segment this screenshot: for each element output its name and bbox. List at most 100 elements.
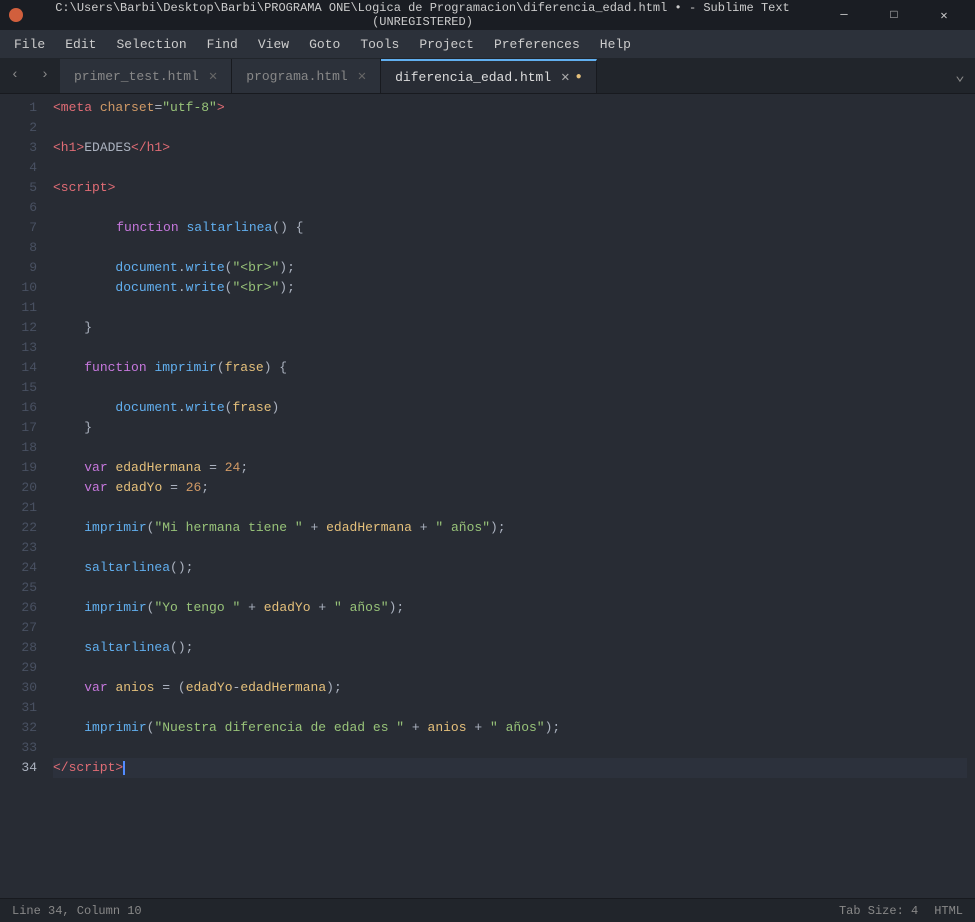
menu-goto[interactable]: Goto <box>299 33 350 56</box>
code-line-6 <box>53 198 967 218</box>
menu-edit[interactable]: Edit <box>55 33 106 56</box>
code-line-10: document.write("<br>"); <box>53 278 967 298</box>
close-button[interactable]: ✕ <box>921 0 967 30</box>
tab-diferencia-edad[interactable]: diferencia_edad.html ✕ <box>381 59 596 93</box>
code-line-24: saltarlinea(); <box>53 558 967 578</box>
line-num-7: 7 <box>0 218 37 238</box>
code-line-21 <box>53 498 967 518</box>
code-line-15 <box>53 378 967 398</box>
code-line-33 <box>53 738 967 758</box>
tab-overflow[interactable]: ⌄ <box>945 57 975 93</box>
line-num-6: 6 <box>0 198 37 218</box>
menu-find[interactable]: Find <box>197 33 248 56</box>
code-line-20: var edadYo = 26; <box>53 478 967 498</box>
menu-selection[interactable]: Selection <box>106 33 196 56</box>
line-num-13: 13 <box>0 338 37 358</box>
code-line-18 <box>53 438 967 458</box>
line-num-31: 31 <box>0 698 37 718</box>
line-num-10: 10 <box>0 278 37 298</box>
code-line-22: imprimir("Mi hermana tiene " + edadHerma… <box>53 518 967 538</box>
code-line-30: var anios = (edadYo-edadHermana); <box>53 678 967 698</box>
line-num-20: 20 <box>0 478 37 498</box>
code-line-23 <box>53 538 967 558</box>
code-line-2 <box>53 118 967 138</box>
code-line-3: <h1>EDADES</h1> <box>53 138 967 158</box>
code-line-7: function saltarlinea() { <box>53 218 967 238</box>
code-line-5: <script> <box>53 178 967 198</box>
tab-label: programa.html <box>246 69 347 84</box>
tab-nav-right[interactable]: › <box>30 57 60 93</box>
line-num-26: 26 <box>0 598 37 618</box>
tab-nav-left[interactable]: ‹ <box>0 57 30 93</box>
code-line-13 <box>53 338 967 358</box>
line-num-24: 24 <box>0 558 37 578</box>
code-line-34: </script> <box>53 758 967 778</box>
status-right: Tab Size: 4 HTML <box>839 904 963 918</box>
tab-label: primer_test.html <box>74 69 199 84</box>
line-num-22: 22 <box>0 518 37 538</box>
text-cursor <box>123 761 125 775</box>
code-line-4 <box>53 158 967 178</box>
menu-preferences[interactable]: Preferences <box>484 33 590 56</box>
syntax-label[interactable]: HTML <box>934 904 963 918</box>
code-area[interactable]: <meta charset="utf-8"> <h1>EDADES</h1> <… <box>45 94 975 898</box>
status-left: Line 34, Column 10 <box>12 904 142 918</box>
code-line-14: function imprimir(frase) { <box>53 358 967 378</box>
line-num-19: 19 <box>0 458 37 478</box>
menu-tools[interactable]: Tools <box>350 33 409 56</box>
tab-label: diferencia_edad.html <box>395 70 551 85</box>
tab-primer-test[interactable]: primer_test.html ✕ <box>60 59 232 93</box>
line-num-28: 28 <box>0 638 37 658</box>
line-num-4: 4 <box>0 158 37 178</box>
line-num-21: 21 <box>0 498 37 518</box>
line-num-12: 12 <box>0 318 37 338</box>
line-num-2: 2 <box>0 118 37 138</box>
title-bar: C:\Users\Barbi\Desktop\Barbi\PROGRAMA ON… <box>0 0 975 30</box>
line-num-1: 1 <box>0 98 37 118</box>
line-num-30: 30 <box>0 678 37 698</box>
status-bar: Line 34, Column 10 Tab Size: 4 HTML <box>0 898 975 922</box>
minimize-button[interactable]: ─ <box>821 0 867 30</box>
line-num-16: 16 <box>0 398 37 418</box>
title-bar-controls: ─ □ ✕ <box>821 0 967 30</box>
code-line-31 <box>53 698 967 718</box>
code-line-19: var edadHermana = 24; <box>53 458 967 478</box>
cursor-position: Line 34, Column 10 <box>12 904 142 918</box>
line-num-29: 29 <box>0 658 37 678</box>
maximize-button[interactable]: □ <box>871 0 917 30</box>
line-num-18: 18 <box>0 438 37 458</box>
code-line-1: <meta charset="utf-8"> <box>53 98 967 118</box>
menu-project[interactable]: Project <box>409 33 484 56</box>
menu-bar: File Edit Selection Find View Goto Tools… <box>0 30 975 58</box>
code-line-27 <box>53 618 967 638</box>
code-line-25 <box>53 578 967 598</box>
line-num-15: 15 <box>0 378 37 398</box>
line-num-9: 9 <box>0 258 37 278</box>
line-num-3: 3 <box>0 138 37 158</box>
code-line-32: imprimir("Nuestra diferencia de edad es … <box>53 718 967 738</box>
code-line-26: imprimir("Yo tengo " + edadYo + " años")… <box>53 598 967 618</box>
tab-close-icon[interactable]: ✕ <box>561 69 569 86</box>
tab-size[interactable]: Tab Size: 4 <box>839 904 918 918</box>
code-line-28: saltarlinea(); <box>53 638 967 658</box>
menu-help[interactable]: Help <box>590 33 641 56</box>
code-line-11 <box>53 298 967 318</box>
line-numbers: 1 2 3 4 5 6 7 8 9 10 11 12 13 14 15 16 1… <box>0 94 45 898</box>
line-num-8: 8 <box>0 238 37 258</box>
menu-file[interactable]: File <box>4 33 55 56</box>
menu-view[interactable]: View <box>248 33 299 56</box>
line-num-14: 14 <box>0 358 37 378</box>
tab-programa[interactable]: programa.html ✕ <box>232 59 381 93</box>
editor[interactable]: 1 2 3 4 5 6 7 8 9 10 11 12 13 14 15 16 1… <box>0 94 975 898</box>
line-num-27: 27 <box>0 618 37 638</box>
code-line-17: } <box>53 418 967 438</box>
tab-close-icon[interactable]: ✕ <box>358 68 366 85</box>
line-num-17: 17 <box>0 418 37 438</box>
tab-close-icon[interactable]: ✕ <box>209 68 217 85</box>
app-icon <box>8 7 24 23</box>
title-bar-text: C:\Users\Barbi\Desktop\Barbi\PROGRAMA ON… <box>32 1 813 29</box>
code-line-12: } <box>53 318 967 338</box>
code-line-16: document.write(frase) <box>53 398 967 418</box>
code-line-9: document.write("<br>"); <box>53 258 967 278</box>
line-num-32: 32 <box>0 718 37 738</box>
